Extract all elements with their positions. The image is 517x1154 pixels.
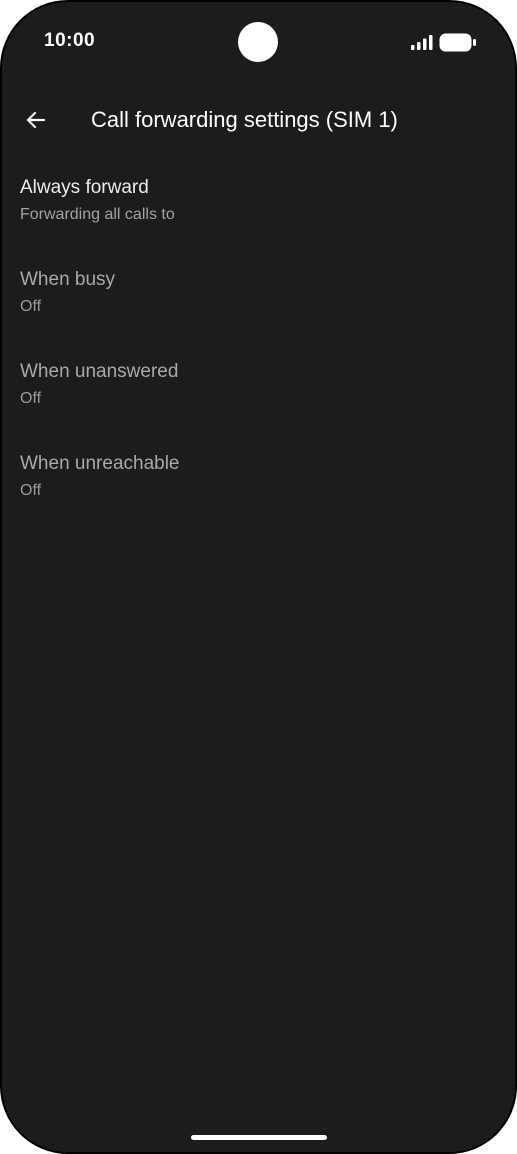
setting-summary: Off: [20, 482, 42, 499]
setting-title: When unanswered: [20, 361, 179, 382]
app-bar: Call forwarding settings (SIM 1): [2, 92, 515, 152]
setting-when-unreachable[interactable]: When unreachable Off: [2, 440, 515, 532]
home-indicator[interactable]: [191, 1135, 327, 1140]
setting-title: When busy: [20, 269, 116, 290]
settings-list: Always forward Forwarding all calls to W…: [2, 164, 515, 532]
battery-full-icon: [439, 33, 476, 52]
phone-frame: 10:00 Call forwarding settings (SIM 1) A…: [0, 0, 517, 1154]
back-button[interactable]: [14, 98, 58, 142]
setting-summary: Forwarding all calls to: [20, 206, 175, 223]
camera-cutout: [238, 22, 278, 62]
status-time: 10:00: [44, 30, 96, 51]
status-bar: 10:00: [2, 2, 515, 82]
page-title: Call forwarding settings (SIM 1): [91, 107, 398, 132]
arrow-back-icon: [26, 111, 46, 129]
setting-summary: Off: [20, 298, 42, 315]
setting-when-unanswered[interactable]: When unanswered Off: [2, 348, 515, 440]
screen: 10:00 Call forwarding settings (SIM 1) A…: [2, 2, 515, 1152]
setting-summary: Off: [20, 390, 42, 407]
setting-when-busy[interactable]: When busy Off: [2, 256, 515, 348]
signal-bars-icon: [411, 35, 433, 50]
setting-title: When unreachable: [20, 453, 180, 474]
setting-title: Always forward: [20, 177, 149, 198]
setting-always-forward[interactable]: Always forward Forwarding all calls to: [2, 164, 515, 256]
